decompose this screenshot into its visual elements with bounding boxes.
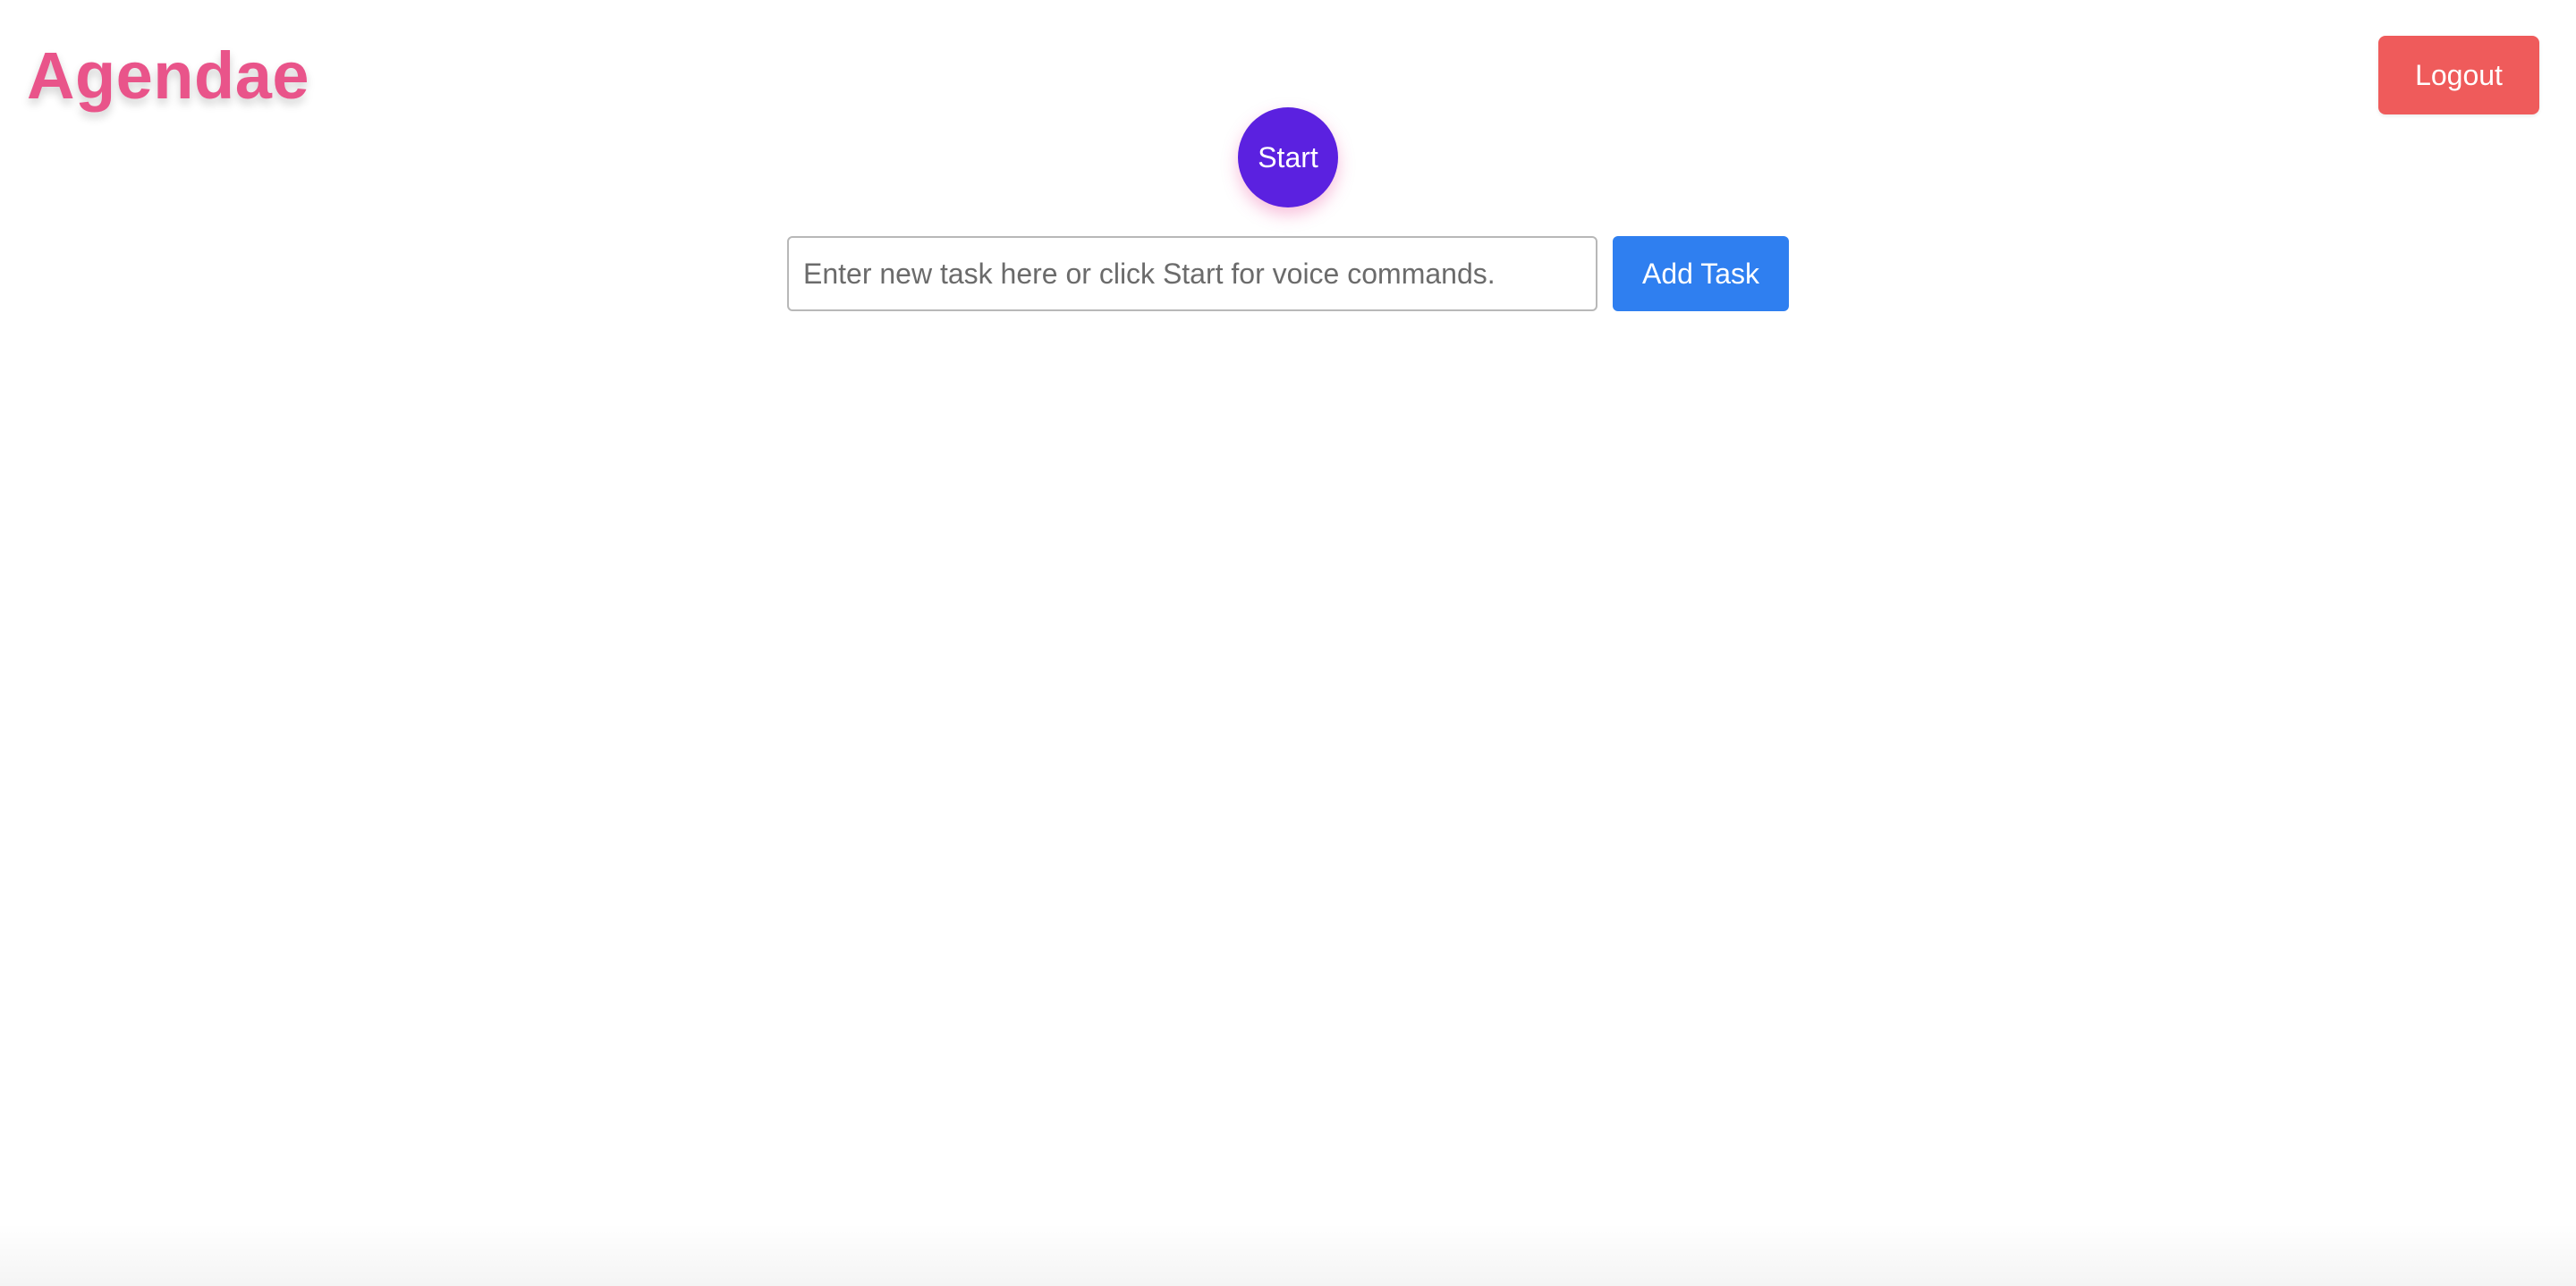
logout-button[interactable]: Logout	[2378, 36, 2539, 114]
task-form: Add Task	[787, 236, 1789, 311]
bottom-shadow	[0, 1223, 2576, 1286]
new-task-input[interactable]	[787, 236, 1597, 311]
brand-title: Agendae	[27, 38, 310, 113]
add-task-button[interactable]: Add Task	[1613, 236, 1789, 311]
start-voice-button[interactable]: Start	[1238, 107, 1338, 207]
app-page: Agendae Logout Start Add Task	[0, 0, 2576, 1286]
